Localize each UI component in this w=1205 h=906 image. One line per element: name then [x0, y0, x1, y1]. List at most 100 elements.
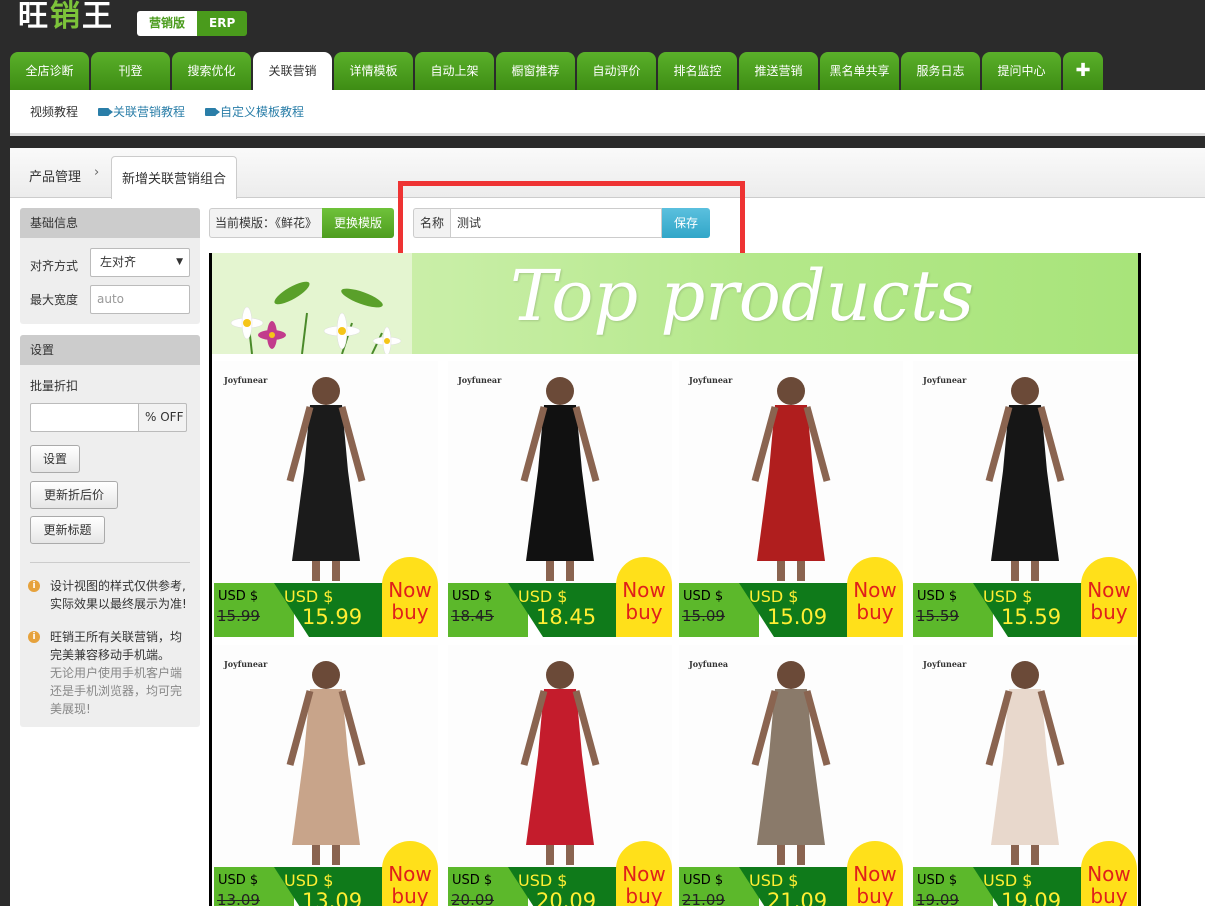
mobile-notice-main: 旺销王所有关联营销，均完美兼容移动手机端。	[50, 630, 183, 662]
sale-currency: USD $	[518, 871, 568, 890]
tab-item[interactable]: 全店诊断	[10, 52, 89, 90]
discount-suffix: % OFF	[138, 403, 187, 432]
original-price: 21.09	[682, 891, 725, 906]
sale-currency: USD $	[983, 871, 1033, 890]
template-toolbar: 当前模版：《鲜花》 更换模版	[209, 208, 395, 238]
sale-currency: USD $	[518, 587, 568, 606]
tutorial-link-label: 自定义模板教程	[220, 105, 305, 119]
flower-decoration-icon	[212, 253, 412, 354]
original-price: 20.09	[451, 891, 494, 906]
tab-item[interactable]: 搜索优化	[172, 52, 251, 90]
align-label: 对齐方式	[30, 259, 79, 273]
buy-now-button[interactable]: Now buy	[382, 841, 438, 906]
showcase-banner: Top products	[212, 253, 1138, 354]
highlight-box	[398, 181, 745, 263]
original-currency: USD $	[683, 589, 724, 604]
buy-now-line2: buy	[1090, 884, 1128, 906]
product-photo[interactable]: Joyfunear	[214, 645, 438, 867]
product-card[interactable]: USD $20.09 USD $20.09 Now buy	[448, 645, 672, 906]
settings-box: 设置 批量折扣 % OFF 设置 更新折后价 更新标题 i 设计视图的样式仅供参考…	[20, 335, 200, 727]
related-marketing-tutorial-link[interactable]: 关联营销教程	[98, 103, 185, 120]
sale-price: 18.45	[536, 605, 597, 629]
product-card[interactable]: Joyfunear USD $18.45 USD $18.45 Now buy	[448, 361, 672, 637]
buy-now-line2: buy	[625, 600, 663, 624]
product-card[interactable]: Joyfunear USD $15.59 USD $15.59 Now buy	[913, 361, 1137, 637]
buy-now-button[interactable]: Now buy	[616, 557, 672, 637]
edition-erp[interactable]: ERP	[197, 11, 248, 36]
tab-item[interactable]: 自动评价	[577, 52, 656, 90]
buy-now-button[interactable]: Now buy	[616, 841, 672, 906]
align-select[interactable]: 左对齐 ▼	[90, 248, 190, 277]
buy-now-line1: Now	[388, 862, 432, 886]
tab-item[interactable]: 关联营销	[253, 52, 332, 90]
buy-now-button[interactable]: Now buy	[382, 557, 438, 637]
app-logo[interactable]: 旺销王	[18, 0, 114, 34]
product-photo[interactable]: Joyfunear	[913, 645, 1137, 867]
tab-item[interactable]: 提问中心	[982, 52, 1061, 90]
content-panel: 产品管理 › 新增关联营销组合 基础信息 对齐方式 左对齐 ▼ 最大宽度 auto…	[10, 148, 1205, 906]
dress-model-image	[520, 661, 600, 865]
tab-item[interactable]: 排名监控	[658, 52, 737, 90]
change-template-button[interactable]: 更换模版	[322, 208, 395, 238]
add-tab-button[interactable]: ✚	[1063, 52, 1103, 90]
tab-item[interactable]: 黑名单共享	[820, 52, 899, 90]
logo-char-1: 旺	[18, 0, 50, 34]
buy-now-button[interactable]: Now buy	[1081, 841, 1137, 906]
update-price-button[interactable]: 更新折后价	[30, 481, 118, 509]
settings-heading: 设置	[20, 335, 200, 365]
product-card[interactable]: Joyfunear USD $13.09 USD $13.09 Now buy	[214, 645, 438, 906]
divider	[30, 562, 190, 563]
buy-now-button[interactable]: Now buy	[847, 557, 903, 637]
buy-now-line2: buy	[391, 884, 429, 906]
logo-char-2: 销	[50, 0, 82, 34]
info-icon: i	[28, 580, 40, 592]
breadcrumb-product-management[interactable]: 产品管理	[29, 166, 81, 185]
product-card[interactable]: Joyfunear USD $15.99 USD $15.99 Now buy	[214, 361, 438, 637]
update-title-button[interactable]: 更新标题	[30, 516, 105, 544]
sale-currency: USD $	[284, 871, 334, 890]
tab-item[interactable]: 服务日志	[901, 52, 980, 90]
tab-item[interactable]: 推送营销	[739, 52, 818, 90]
original-currency: USD $	[218, 873, 259, 888]
product-photo[interactable]	[448, 645, 672, 867]
align-select-value: 左对齐	[100, 255, 137, 269]
buy-now-line2: buy	[391, 600, 429, 624]
product-photo[interactable]: Joyfunea	[679, 645, 903, 867]
product-card[interactable]: Joyfunea USD $21.09 USD $21.09 Now buy	[679, 645, 903, 906]
original-price: 18.45	[451, 607, 494, 625]
product-photo[interactable]: Joyfunear	[913, 361, 1137, 583]
brand-logo: Joyfunea	[689, 659, 729, 669]
buy-now-button[interactable]: Now buy	[1081, 557, 1137, 637]
style-notice: i 设计视图的样式仅供参考,实际效果以最终展示为准!	[28, 577, 192, 613]
buy-now-line1: Now	[853, 578, 897, 602]
product-card[interactable]: Joyfunear USD $19.09 USD $19.09 Now buy	[913, 645, 1137, 906]
max-width-input[interactable]: auto	[90, 285, 190, 314]
dress-model-image	[985, 661, 1065, 865]
main-nav-tabs: 全店诊断 刊登 搜索优化 关联营销 详情模板 自动上架 橱窗推荐 自动评价 排名监控 推送营销 黑名…	[10, 52, 1105, 90]
tab-item[interactable]: 自动上架	[415, 52, 494, 90]
sale-currency: USD $	[749, 587, 799, 606]
tab-item[interactable]: 详情模板	[334, 52, 413, 90]
product-card[interactable]: Joyfunear USD $15.09 USD $15.09 Now buy	[679, 361, 903, 637]
tab-item[interactable]: 橱窗推荐	[496, 52, 575, 90]
set-discount-button[interactable]: 设置	[30, 445, 80, 473]
product-photo[interactable]: Joyfunear	[448, 361, 672, 583]
edition-marketing[interactable]: 营销版	[137, 11, 198, 36]
original-price: 15.59	[916, 607, 959, 625]
basic-info-heading: 基础信息	[20, 208, 200, 238]
product-photo[interactable]: Joyfunear	[214, 361, 438, 583]
mobile-notice: i 旺销王所有关联营销，均完美兼容移动手机端。 无论用户使用手机客户端还是手机浏览器…	[28, 628, 192, 718]
buy-now-button[interactable]: Now buy	[847, 841, 903, 906]
tab-item[interactable]: 刊登	[91, 52, 170, 90]
sale-price: 21.09	[767, 889, 828, 906]
video-camera-icon	[205, 107, 221, 116]
discount-input[interactable]	[30, 403, 140, 432]
dress-model-image	[751, 661, 831, 865]
custom-template-tutorial-link[interactable]: 自定义模板教程	[205, 103, 304, 120]
original-currency: USD $	[218, 589, 259, 604]
sale-price: 15.09	[767, 605, 828, 629]
buy-now-line2: buy	[856, 600, 894, 624]
product-photo[interactable]: Joyfunear	[679, 361, 903, 583]
buy-now-line1: Now	[853, 862, 897, 886]
tab-new-related-marketing[interactable]: 新增关联营销组合	[111, 156, 238, 199]
